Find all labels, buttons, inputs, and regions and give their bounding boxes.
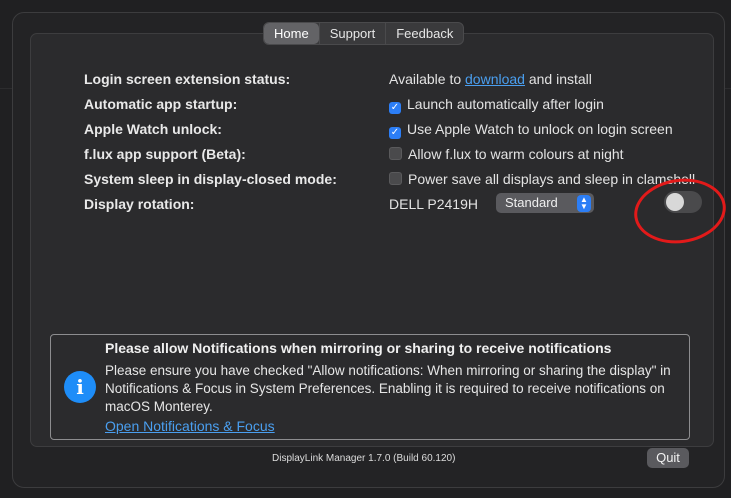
apple-watch-label: Apple Watch unlock: <box>84 121 222 137</box>
notification-notice: i Please allow Notifications when mirror… <box>50 334 690 440</box>
row-login-extension: Login screen extension status: Available… <box>84 71 724 91</box>
quit-button[interactable]: Quit <box>647 448 689 468</box>
updown-arrows-icon: ▲ ▼ <box>577 195 591 212</box>
open-notifications-link[interactable]: Open Notifications & Focus <box>105 418 275 434</box>
row-flux: f.lux app support (Beta): Allow f.lux to… <box>84 146 724 166</box>
tab-feedback[interactable]: Feedback <box>385 23 463 44</box>
app-startup-label: Automatic app startup: <box>84 96 238 112</box>
system-sleep-label: System sleep in display-closed mode: <box>84 171 337 187</box>
tab-bar: Home Support Feedback <box>263 22 465 45</box>
rotation-select-value: Standard <box>505 195 558 210</box>
apple-watch-unlock-checkbox[interactable]: ✓ Use Apple Watch to unlock on login scre… <box>389 121 673 139</box>
info-icon: i <box>64 371 96 403</box>
row-system-sleep: System sleep in display-closed mode: Pow… <box>84 171 724 191</box>
row-app-startup: Automatic app startup: ✓ Launch automatic… <box>84 96 724 116</box>
display-rotation-label: Display rotation: <box>84 196 195 212</box>
power-save-checkbox[interactable]: Power save all displays and sleep in cla… <box>389 171 695 187</box>
display-name: DELL P2419H <box>389 196 478 212</box>
rotation-select[interactable]: Standard ▲ ▼ <box>496 193 594 213</box>
tab-home[interactable]: Home <box>264 23 319 44</box>
login-extension-label: Login screen extension status: <box>84 71 291 87</box>
download-link[interactable]: download <box>465 71 525 87</box>
tab-support[interactable]: Support <box>318 23 386 44</box>
flux-warm-colours-checkbox[interactable]: Allow f.lux to warm colours at night <box>389 146 624 162</box>
notice-body: Please ensure you have checked "Allow no… <box>105 363 671 414</box>
notice-title: Please allow Notifications when mirrorin… <box>105 340 612 356</box>
checkmark-icon[interactable]: ✓ <box>389 102 401 114</box>
login-extension-status: Available to download and install <box>389 71 592 87</box>
unchecked-box-icon[interactable] <box>389 147 402 160</box>
flux-label: f.lux app support (Beta): <box>84 146 246 162</box>
launch-after-login-checkbox[interactable]: ✓ Launch automatically after login <box>389 96 604 114</box>
version-text: DisplayLink Manager 1.7.0 (Build 60.120) <box>272 453 456 464</box>
row-apple-watch: Apple Watch unlock: ✓ Use Apple Watch to … <box>84 121 724 141</box>
row-display-rotation: Display rotation: DELL P2419H Standard ▲… <box>84 191 724 216</box>
unchecked-box-icon[interactable] <box>389 172 402 185</box>
checkmark-icon[interactable]: ✓ <box>389 127 401 139</box>
